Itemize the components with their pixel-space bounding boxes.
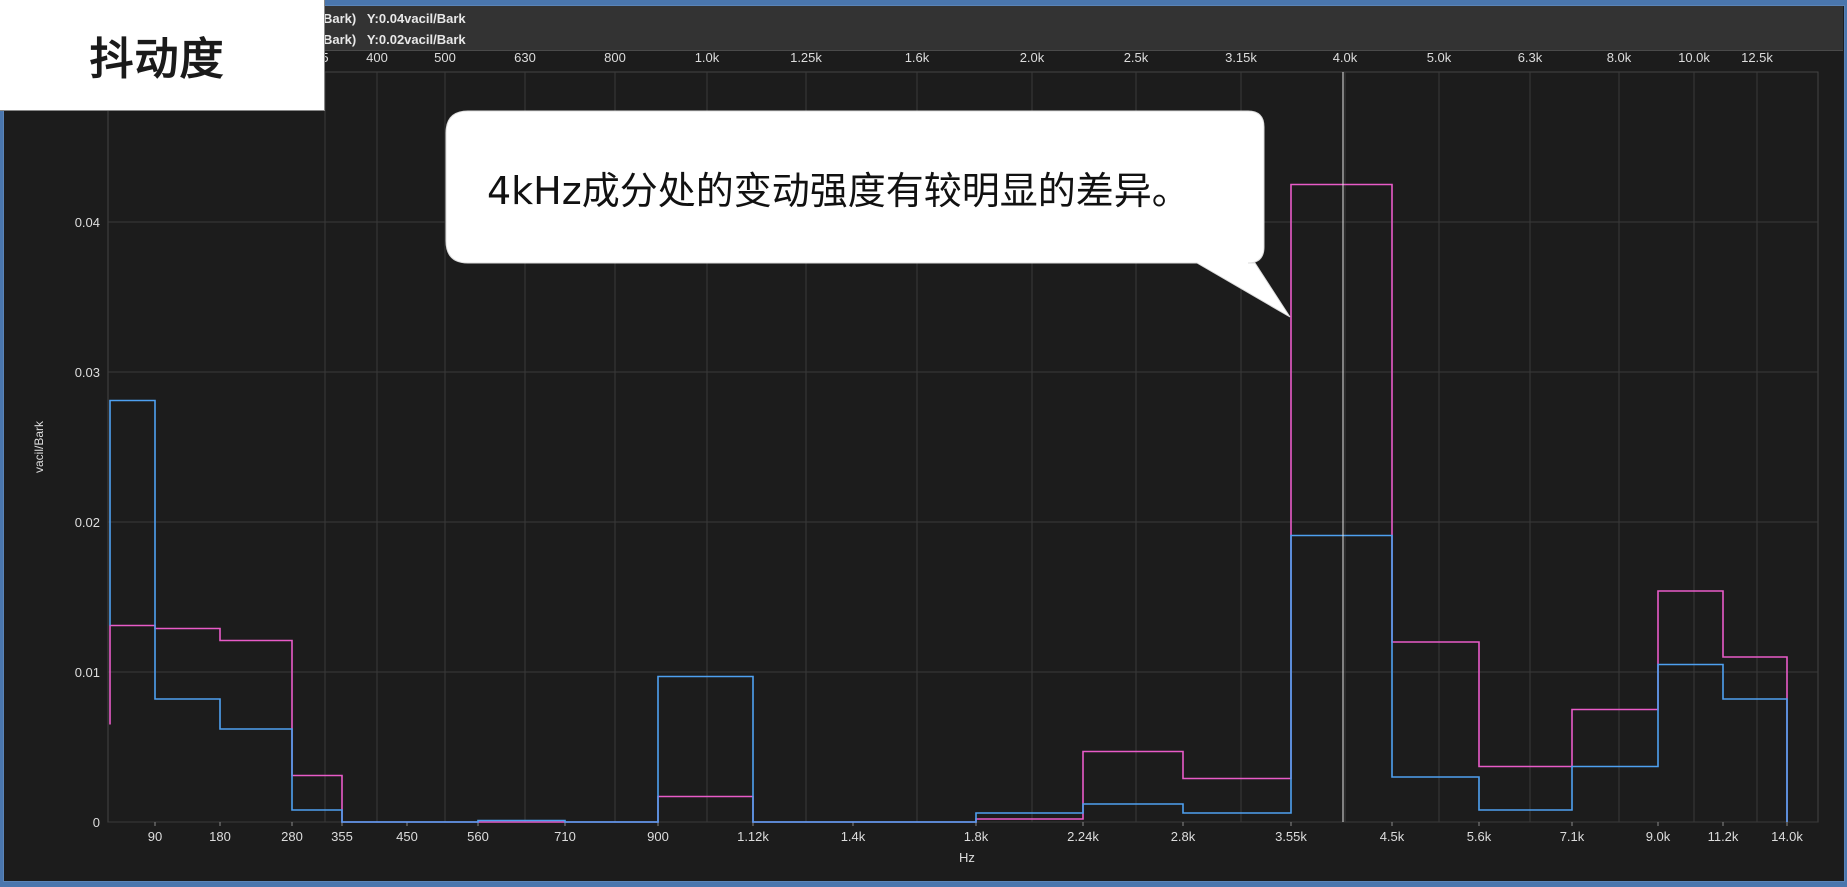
page-title: 抖动度 [89,34,225,85]
title-box: 抖动度 [0,0,325,111]
callout-bubble [445,110,1291,318]
callout-text: 4kHz成分处的变动强度有较明显的差异。 [487,169,1190,213]
